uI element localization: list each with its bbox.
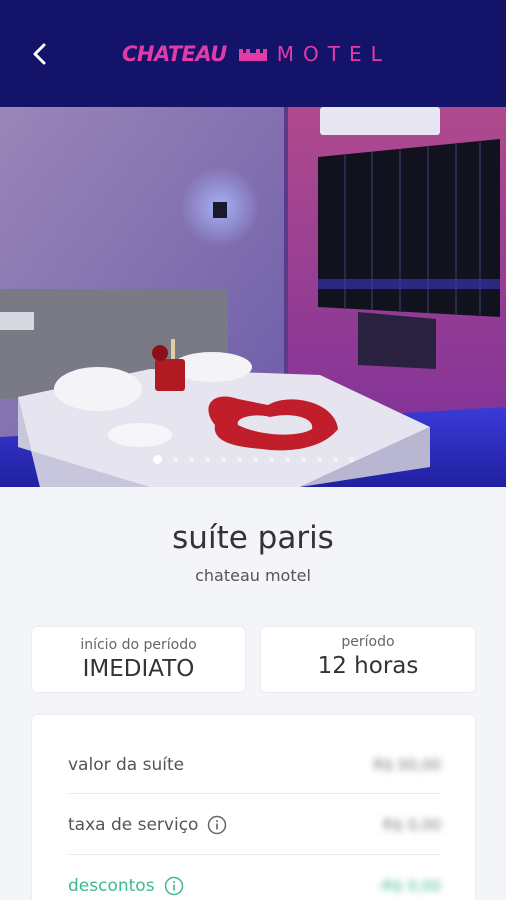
price-breakdown-card: valor da suíte R$ 00,00 taxa de serviço …	[31, 714, 476, 900]
period-duration-value: 12 horas	[317, 653, 419, 679]
period-start-label: início do período	[80, 637, 197, 653]
carousel-dot[interactable]	[204, 456, 210, 462]
carousel-dot[interactable]	[172, 456, 178, 462]
suite-photo-carousel[interactable]	[0, 107, 506, 487]
period-start-card[interactable]: início do período IMEDIATO	[31, 626, 246, 693]
logo-chateau-text: CHATEAU	[122, 42, 227, 66]
suite-price-value: R$ 00,00	[373, 756, 441, 774]
price-row-service-fee: taxa de serviço R$ 0,00	[68, 795, 441, 855]
service-fee-label: taxa de serviço	[68, 815, 199, 835]
info-icon[interactable]	[207, 815, 227, 835]
suite-title: suíte paris	[172, 520, 334, 556]
motel-name: chateau motel	[195, 566, 311, 585]
carousel-dot[interactable]	[332, 456, 338, 462]
carousel-dot[interactable]	[188, 456, 194, 462]
carousel-indicator	[0, 453, 506, 465]
carousel-dot[interactable]	[152, 454, 162, 464]
app-header: CHATEAU MOTEL	[0, 0, 506, 107]
carousel-dot[interactable]	[252, 456, 258, 462]
price-row-suite: valor da suíte R$ 00,00	[68, 735, 441, 795]
divider	[68, 854, 441, 855]
info-icon[interactable]	[164, 876, 184, 896]
carousel-dot[interactable]	[348, 456, 354, 462]
carousel-dot[interactable]	[220, 456, 226, 462]
suite-photo	[0, 107, 506, 487]
discounts-label: descontos	[68, 876, 155, 896]
logo-motel-text: MOTEL	[276, 42, 391, 66]
carousel-dot[interactable]	[268, 456, 274, 462]
carousel-dot[interactable]	[316, 456, 322, 462]
carousel-dot[interactable]	[300, 456, 306, 462]
chevron-left-icon	[33, 43, 46, 65]
discounts-value: -R$ 0,00	[377, 877, 441, 895]
period-start-value: IMEDIATO	[82, 656, 195, 682]
period-duration-card[interactable]: período 12 horas	[260, 626, 476, 693]
back-button[interactable]	[22, 36, 58, 72]
carousel-dot[interactable]	[284, 456, 290, 462]
motel-logo: CHATEAU MOTEL	[122, 38, 391, 70]
service-fee-value: R$ 0,00	[382, 816, 441, 834]
suite-price-label: valor da suíte	[68, 755, 185, 775]
carousel-dot[interactable]	[236, 456, 242, 462]
castle-icon	[238, 47, 267, 61]
price-row-discounts: descontos -R$ 0,00	[68, 856, 441, 900]
divider	[68, 793, 441, 794]
period-duration-label: período	[341, 634, 395, 650]
